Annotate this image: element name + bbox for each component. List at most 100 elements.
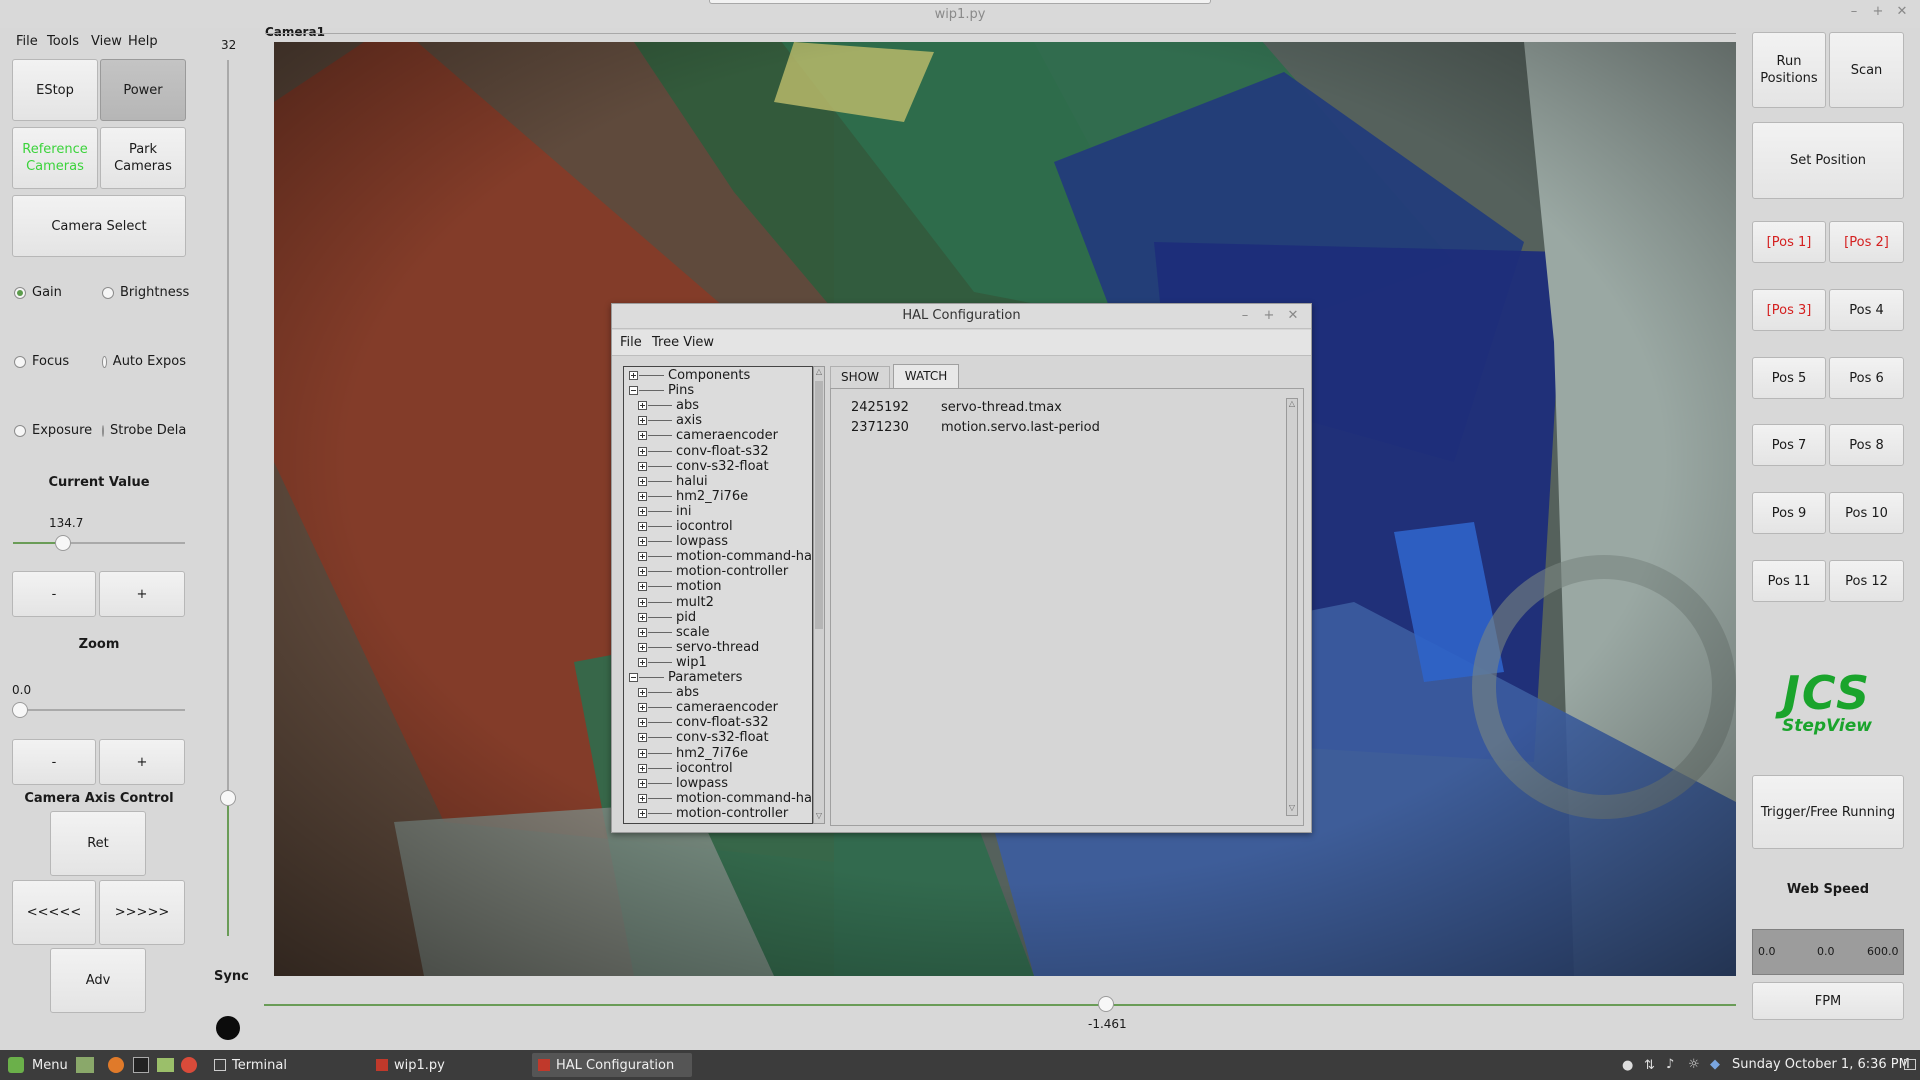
menu-tools[interactable]: Tools — [47, 34, 79, 49]
expand-icon[interactable] — [638, 491, 647, 501]
expand-icon[interactable] — [638, 506, 647, 516]
expand-icon[interactable] — [638, 522, 647, 531]
zoom-plus-button[interactable]: + — [99, 739, 185, 785]
pos-7-button[interactable]: Pos 7 — [1752, 424, 1826, 466]
menu-view[interactable]: View — [91, 34, 122, 49]
adv-button[interactable]: Adv — [50, 948, 146, 1013]
zoom-minus-button[interactable]: - — [12, 739, 96, 785]
expand-icon[interactable] — [638, 416, 647, 426]
menu-help[interactable]: Help — [128, 34, 158, 49]
expand-icon[interactable] — [638, 461, 647, 471]
hal-tree-pane[interactable]: Components Pins abs axis cameraencoder conv-f… — [623, 366, 813, 824]
expand-icon[interactable] — [638, 612, 647, 622]
task-hal-configuration[interactable]: HAL Configuration — [532, 1053, 692, 1077]
collapse-icon[interactable] — [629, 673, 638, 682]
hal-minimize-icon[interactable]: – — [1237, 308, 1253, 324]
firefox-icon[interactable] — [108, 1057, 124, 1073]
radio-focus[interactable]: Focus — [14, 354, 69, 369]
estop-button[interactable]: EStop — [12, 59, 98, 121]
hal-tree[interactable]: Components Pins abs axis cameraencoder conv-f… — [624, 367, 812, 823]
watch-scrollbar[interactable]: △ ▽ — [1286, 398, 1298, 816]
chrome-icon[interactable] — [181, 1057, 197, 1073]
radio-auto-exposure[interactable]: Auto Expos — [102, 354, 186, 369]
minimize-icon[interactable]: – — [1846, 4, 1862, 20]
user-icon[interactable]: ● — [1622, 1058, 1633, 1073]
brightness-icon[interactable]: ☼ — [1688, 1057, 1700, 1072]
volume-icon[interactable]: ♪ — [1666, 1057, 1674, 1072]
expand-icon[interactable] — [638, 763, 647, 773]
menu-file[interactable]: File — [16, 34, 38, 49]
run-positions-button[interactable]: Run Positions — [1752, 32, 1826, 108]
radio-brightness[interactable]: Brightness — [102, 285, 189, 300]
expand-icon[interactable] — [638, 582, 647, 592]
radio-exposure[interactable]: Exposure — [14, 423, 92, 438]
expand-icon[interactable] — [638, 431, 647, 441]
pos-3-button[interactable]: [Pos 3] — [1752, 289, 1826, 331]
current-value-slider-handle[interactable] — [55, 535, 71, 551]
zoom-slider[interactable] — [13, 709, 185, 711]
vertical-slider-track[interactable] — [227, 60, 229, 798]
shield-icon[interactable]: ◆ — [1710, 1057, 1720, 1072]
network-icon[interactable]: ⇅ — [1644, 1058, 1655, 1073]
files-icon[interactable] — [157, 1058, 174, 1072]
current-value-slider[interactable] — [13, 542, 185, 544]
pos-11-button[interactable]: Pos 11 — [1752, 560, 1826, 602]
expand-icon[interactable] — [638, 733, 647, 743]
hal-menu-tree-view[interactable]: Tree View — [652, 335, 714, 350]
expand-icon[interactable] — [629, 371, 638, 380]
expand-icon[interactable] — [638, 657, 647, 667]
notification-icon[interactable] — [1904, 1059, 1916, 1070]
value-minus-button[interactable]: - — [12, 571, 96, 617]
expand-icon[interactable] — [638, 552, 647, 562]
expand-icon[interactable] — [638, 446, 647, 456]
hal-menu-file[interactable]: File — [620, 335, 642, 350]
expand-icon[interactable] — [638, 718, 647, 728]
terminal-launcher-icon[interactable] — [133, 1057, 149, 1073]
hal-tree-scroll-thumb[interactable] — [815, 381, 823, 629]
expand-icon[interactable] — [638, 808, 647, 818]
show-desktop-icon[interactable] — [76, 1057, 94, 1073]
expand-icon[interactable] — [638, 597, 647, 607]
pos-2-button[interactable]: [Pos 2] — [1829, 221, 1904, 263]
set-position-button[interactable]: Set Position — [1752, 122, 1904, 199]
camera-position-slider-handle[interactable] — [1098, 996, 1114, 1012]
ret-button[interactable]: Ret — [50, 811, 146, 876]
start-menu-button[interactable]: Menu — [2, 1053, 68, 1077]
hal-tree-scroll-down-icon[interactable]: ▽ — [814, 811, 824, 823]
pos-9-button[interactable]: Pos 9 — [1752, 492, 1826, 534]
reference-cameras-button[interactable]: Reference Cameras — [12, 127, 98, 189]
hal-close-icon[interactable]: ✕ — [1285, 308, 1301, 324]
value-plus-button[interactable]: + — [99, 571, 185, 617]
hal-maximize-icon[interactable]: + — [1261, 308, 1277, 324]
expand-icon[interactable] — [638, 537, 647, 547]
clock[interactable]: Sunday October 1, 6:36 PM — [1732, 1057, 1910, 1072]
expand-icon[interactable] — [638, 627, 647, 637]
pos-12-button[interactable]: Pos 12 — [1829, 560, 1904, 602]
collapse-icon[interactable] — [629, 386, 638, 396]
expand-icon[interactable] — [638, 703, 647, 713]
fpm-button[interactable]: FPM — [1752, 982, 1904, 1020]
pos-10-button[interactable]: Pos 10 — [1829, 492, 1904, 534]
expand-icon[interactable] — [638, 778, 647, 788]
camera-position-slider[interactable] — [264, 1004, 1736, 1006]
power-button[interactable]: Power — [100, 59, 186, 121]
pos-8-button[interactable]: Pos 8 — [1829, 424, 1904, 466]
task-wip1[interactable]: wip1.py — [370, 1053, 530, 1077]
close-icon[interactable]: ✕ — [1894, 4, 1910, 20]
pos-1-button[interactable]: [Pos 1] — [1752, 221, 1826, 263]
pos-6-button[interactable]: Pos 6 — [1829, 357, 1904, 399]
expand-icon[interactable] — [638, 748, 647, 758]
park-cameras-button[interactable]: Park Cameras — [100, 127, 186, 189]
zoom-slider-handle[interactable] — [12, 702, 28, 718]
expand-icon[interactable] — [638, 401, 647, 411]
trigger-free-running-button[interactable]: Trigger/Free Running — [1752, 775, 1904, 849]
jog-forward-button[interactable]: >>>>> — [99, 880, 185, 945]
pos-5-button[interactable]: Pos 5 — [1752, 357, 1826, 399]
maximize-icon[interactable]: + — [1870, 4, 1886, 20]
pos-4-button[interactable]: Pos 4 — [1829, 289, 1904, 331]
hal-tree-scrollbar[interactable]: △ ▽ — [813, 366, 825, 824]
expand-icon[interactable] — [638, 642, 647, 652]
expand-icon[interactable] — [638, 688, 647, 698]
camera-select-button[interactable]: Camera Select — [12, 195, 186, 257]
radio-strobe-delay[interactable]: Strobe Dela — [102, 423, 186, 438]
